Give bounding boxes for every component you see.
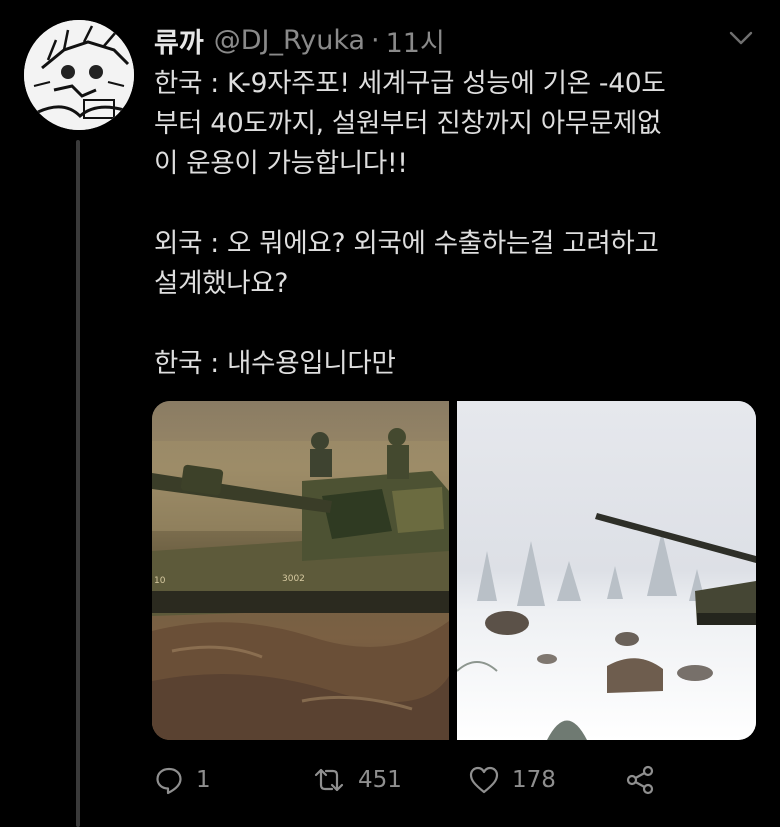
share-icon (626, 765, 654, 795)
reply-count: 1 (196, 767, 211, 793)
media-photo-mud[interactable]: 10 3002 (152, 401, 449, 740)
like-button[interactable]: 178 (468, 760, 556, 800)
retweet-icon (314, 768, 344, 792)
avatar-drawing-icon (24, 20, 134, 130)
chevron-down-icon (729, 31, 753, 45)
howitzer-snow-image-icon (457, 401, 756, 740)
media-photo-snow[interactable] (457, 401, 756, 740)
author-name[interactable]: 류까 (154, 21, 204, 60)
tweet-actions: 1 451 178 (154, 760, 674, 800)
tweet-line: 설계했나요? (154, 268, 289, 299)
tweet-line: 부터 40도까지, 설원부터 진창까지 아무문제없 (154, 108, 662, 139)
share-button[interactable] (624, 760, 656, 800)
retweet-button[interactable]: 451 (312, 760, 402, 800)
tweet-line: 외국 : 오 뭐에요? 외국에 수출하는걸 고려하고 (154, 228, 659, 259)
hull-marking: 10 (154, 576, 166, 586)
tweet-media: 10 3002 (152, 401, 756, 740)
reply-icon (156, 767, 182, 795)
author-handle[interactable]: @DJ_Ryuka (214, 25, 365, 56)
heart-icon (469, 766, 499, 794)
tweet-timestamp[interactable]: 11시 (386, 21, 445, 60)
thread-line (76, 140, 80, 827)
avatar[interactable] (24, 20, 134, 130)
tweet-line: 한국 : 내수용입니다만 (154, 348, 396, 379)
tweet-text: 한국 : K-9자주포! 세계구급 성능에 기온 -40도 부터 40도까지, … (154, 64, 764, 384)
retweet-count: 451 (358, 767, 402, 793)
separator-dot: · (371, 24, 380, 56)
tweet-line: 한국 : K-9자주포! 세계구급 성능에 기온 -40도 (154, 68, 666, 99)
hull-marking: 3002 (282, 574, 305, 584)
like-count: 178 (512, 767, 556, 793)
tweet-header: 류까 @DJ_Ryuka · 11시 (154, 20, 754, 60)
howitzer-mud-image-icon: 10 3002 (152, 401, 449, 740)
reply-button[interactable]: 1 (154, 760, 211, 800)
tweet-line: 이 운용이 가능합니다!! (154, 148, 408, 179)
more-options-button[interactable] (726, 26, 756, 50)
